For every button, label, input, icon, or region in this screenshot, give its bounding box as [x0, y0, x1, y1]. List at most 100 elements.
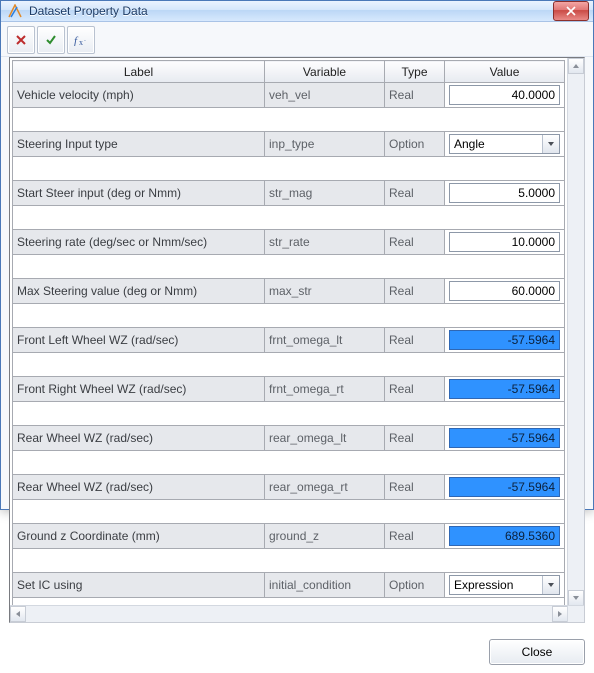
table-row: Set IC usinginitial_conditionOptionExpre… — [13, 573, 565, 598]
table-container: Label Variable Type Value Vehicle veloci… — [9, 57, 585, 623]
value-cell[interactable]: Angle — [445, 132, 565, 157]
row-spacer — [13, 549, 565, 573]
type-cell: Real — [385, 83, 445, 108]
table-row: Rear Wheel WZ (rad/sec)rear_omega_rtReal… — [13, 475, 565, 500]
type-cell: Real — [385, 328, 445, 353]
value-input[interactable]: 689.5360 — [449, 526, 560, 546]
row-spacer — [13, 206, 565, 230]
type-cell: Real — [385, 230, 445, 255]
table-row: Front Left Wheel WZ (rad/sec)frnt_omega_… — [13, 328, 565, 353]
client-area: Label Variable Type Value Vehicle veloci… — [1, 57, 593, 629]
value-cell[interactable]: 60.0000 — [445, 279, 565, 304]
value-combo[interactable]: Angle — [449, 134, 560, 154]
value-cell[interactable]: -57.5964 — [445, 377, 565, 402]
value-cell[interactable]: 40.0000 — [445, 83, 565, 108]
cancel-button[interactable] — [7, 26, 35, 54]
variable-cell: rear_omega_lt — [265, 426, 385, 451]
table-row: Front Right Wheel WZ (rad/sec)frnt_omega… — [13, 377, 565, 402]
label-cell: Steering rate (deg/sec or Nmm/sec) — [13, 230, 265, 255]
type-cell: Real — [385, 524, 445, 549]
type-cell: Option — [385, 132, 445, 157]
value-input[interactable]: 40.0000 — [449, 85, 560, 105]
titlebar: Dataset Property Data — [1, 1, 593, 22]
table-row: Steering rate (deg/sec or Nmm/sec)str_ra… — [13, 230, 565, 255]
type-cell: Real — [385, 377, 445, 402]
type-cell: Real — [385, 426, 445, 451]
value-cell[interactable]: 689.5360 — [445, 524, 565, 549]
scroll-corner — [567, 605, 584, 622]
value-input[interactable]: -57.5964 — [449, 379, 560, 399]
toolbar: f x . — [1, 22, 593, 57]
label-cell: Set IC using — [13, 573, 265, 598]
app-icon — [7, 3, 23, 19]
variable-cell: frnt_omega_lt — [265, 328, 385, 353]
value-input[interactable]: 5.0000 — [449, 183, 560, 203]
variable-cell: veh_vel — [265, 83, 385, 108]
expression-button[interactable]: f x . — [67, 26, 95, 54]
table-row: Rear Wheel WZ (rad/sec)rear_omega_ltReal… — [13, 426, 565, 451]
svg-text:x: x — [79, 38, 83, 46]
value-cell[interactable]: -57.5964 — [445, 426, 565, 451]
value-input[interactable]: -57.5964 — [449, 477, 560, 497]
row-spacer — [13, 304, 565, 328]
row-spacer — [13, 157, 565, 181]
table-row: Steering Input typeinp_typeOptionAngle — [13, 132, 565, 157]
dialog-footer: Close — [1, 629, 593, 673]
header-label[interactable]: Label — [13, 61, 265, 83]
apply-button[interactable] — [37, 26, 65, 54]
label-cell: Steering Input type — [13, 132, 265, 157]
type-cell: Real — [385, 181, 445, 206]
type-cell: Option — [385, 573, 445, 598]
close-button[interactable]: Close — [489, 639, 585, 665]
window-close-button[interactable] — [553, 1, 589, 21]
variable-cell: max_str — [265, 279, 385, 304]
table-row: Vehicle velocity (mph)veh_velReal40.0000 — [13, 83, 565, 108]
label-cell: Vehicle velocity (mph) — [13, 83, 265, 108]
row-spacer — [13, 353, 565, 377]
scroll-left-button[interactable] — [10, 606, 26, 622]
header-value[interactable]: Value — [445, 61, 565, 83]
value-input[interactable]: 10.0000 — [449, 232, 560, 252]
horizontal-scrollbar[interactable] — [10, 605, 568, 622]
variable-cell: str_rate — [265, 230, 385, 255]
row-spacer — [13, 451, 565, 475]
label-cell: Front Right Wheel WZ (rad/sec) — [13, 377, 265, 402]
label-cell: Max Steering value (deg or Nmm) — [13, 279, 265, 304]
variable-cell: ground_z — [265, 524, 385, 549]
label-cell: Start Steer input (deg or Nmm) — [13, 181, 265, 206]
variable-cell: str_mag — [265, 181, 385, 206]
label-cell: Rear Wheel WZ (rad/sec) — [13, 475, 265, 500]
row-spacer — [13, 500, 565, 524]
header-type[interactable]: Type — [385, 61, 445, 83]
variable-cell: rear_omega_rt — [265, 475, 385, 500]
value-cell[interactable]: 5.0000 — [445, 181, 565, 206]
chevron-down-icon[interactable] — [542, 576, 559, 594]
scroll-right-button[interactable] — [552, 606, 568, 622]
label-cell: Ground z Coordinate (mm) — [13, 524, 265, 549]
scroll-down-button[interactable] — [568, 590, 584, 606]
value-input[interactable]: 60.0000 — [449, 281, 560, 301]
chevron-down-icon[interactable] — [542, 135, 559, 153]
header-variable[interactable]: Variable — [265, 61, 385, 83]
label-cell: Front Left Wheel WZ (rad/sec) — [13, 328, 265, 353]
value-combo[interactable]: Expression — [449, 575, 560, 595]
vertical-scrollbar[interactable] — [567, 58, 584, 606]
header-row: Label Variable Type Value — [13, 61, 565, 83]
svg-text:.: . — [84, 36, 86, 43]
value-input[interactable]: -57.5964 — [449, 428, 560, 448]
table-row: Ground z Coordinate (mm)ground_zReal689.… — [13, 524, 565, 549]
value-cell[interactable]: -57.5964 — [445, 475, 565, 500]
row-spacer — [13, 108, 565, 132]
table-row: Start Steer input (deg or Nmm)str_magRea… — [13, 181, 565, 206]
value-input[interactable]: -57.5964 — [449, 330, 560, 350]
window-title: Dataset Property Data — [29, 4, 553, 18]
variable-cell: initial_condition — [265, 573, 385, 598]
value-cell[interactable]: -57.5964 — [445, 328, 565, 353]
table-row: Max Steering value (deg or Nmm)max_strRe… — [13, 279, 565, 304]
row-spacer — [13, 255, 565, 279]
value-cell[interactable]: 10.0000 — [445, 230, 565, 255]
variable-cell: frnt_omega_rt — [265, 377, 385, 402]
scroll-up-button[interactable] — [568, 58, 584, 74]
value-cell[interactable]: Expression — [445, 573, 565, 598]
variable-cell: inp_type — [265, 132, 385, 157]
